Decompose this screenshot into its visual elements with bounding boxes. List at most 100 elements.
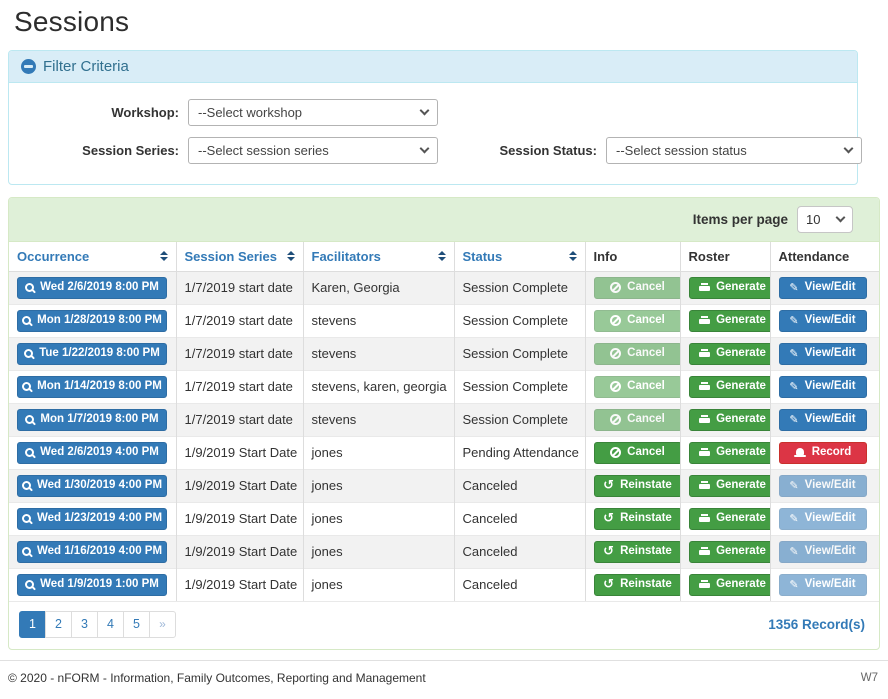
view-edit-button[interactable]: View/Edit xyxy=(779,541,867,563)
session-series-select[interactable]: --Select session series xyxy=(188,137,438,164)
column-header-session-series[interactable]: Session Series xyxy=(176,242,303,271)
items-per-page-value: 10 xyxy=(806,212,820,227)
column-header-status[interactable]: Status xyxy=(454,242,585,271)
cancel-button[interactable]: Cancel xyxy=(594,376,681,398)
cancel-button[interactable]: Cancel xyxy=(594,310,681,332)
table-footer: 1 2 3 4 5 » 1356 Record(s) xyxy=(9,601,879,649)
search-icon xyxy=(25,448,34,457)
site-footer: © 2020 - nFORM - Information, Family Out… xyxy=(0,660,888,685)
facilitators-cell: stevens, karen, georgia xyxy=(303,370,454,403)
occurrence-cell: Wed 1/16/2019 4:00 PM xyxy=(9,535,176,568)
occurrence-cell: Tue 1/22/2019 8:00 PM xyxy=(9,337,176,370)
search-icon xyxy=(22,514,31,523)
reinstate-button[interactable]: Reinstate xyxy=(594,475,681,497)
facilitators-cell: jones xyxy=(303,502,454,535)
column-header-occurrence[interactable]: Occurrence xyxy=(9,242,176,271)
view-edit-button[interactable]: View/Edit xyxy=(779,376,867,398)
cancel-button[interactable]: Cancel xyxy=(594,277,681,299)
generate-button[interactable]: Generate xyxy=(689,442,771,464)
sessions-page: Sessions Filter Criteria Workshop: --Sel… xyxy=(0,0,888,650)
view-edit-button[interactable]: View/Edit xyxy=(779,475,867,497)
occurrence-button[interactable]: Mon 1/28/2019 8:00 PM xyxy=(17,310,167,332)
generate-button[interactable]: Generate xyxy=(689,343,771,365)
page-button-4[interactable]: 4 xyxy=(97,611,124,638)
session-series-cell: 1/9/2019 Start Date xyxy=(176,469,303,502)
workshop-select[interactable]: --Select workshop xyxy=(188,99,438,126)
next-page-button[interactable]: » xyxy=(149,611,176,638)
reinstate-button[interactable]: Reinstate xyxy=(594,574,681,596)
cancel-button[interactable]: Cancel xyxy=(594,409,681,431)
generate-button[interactable]: Generate xyxy=(689,508,771,530)
attendance-cell: View/Edit xyxy=(770,535,879,568)
page-button-5[interactable]: 5 xyxy=(123,611,150,638)
chevron-down-icon xyxy=(420,106,430,116)
ban-icon xyxy=(610,381,621,392)
search-icon xyxy=(22,382,31,391)
page-title: Sessions xyxy=(14,6,880,38)
record-button[interactable]: Record xyxy=(779,442,867,464)
printer-icon xyxy=(699,547,710,556)
generate-button[interactable]: Generate xyxy=(689,541,771,563)
printer-icon xyxy=(699,580,710,589)
sort-icon[interactable] xyxy=(438,251,446,261)
generate-button[interactable]: Generate xyxy=(689,376,771,398)
facilitators-cell: jones xyxy=(303,436,454,469)
generate-button[interactable]: Generate xyxy=(689,475,771,497)
session-status-select[interactable]: --Select session status xyxy=(606,137,862,164)
attendance-cell: View/Edit xyxy=(770,370,879,403)
search-icon xyxy=(22,316,31,325)
generate-button[interactable]: Generate xyxy=(689,277,771,299)
session-series-cell: 1/7/2019 start date xyxy=(176,403,303,436)
occurrence-cell: Wed 2/6/2019 4:00 PM xyxy=(9,436,176,469)
page-button-3[interactable]: 3 xyxy=(71,611,98,638)
attendance-cell: View/Edit xyxy=(770,502,879,535)
pencil-icon xyxy=(789,315,798,326)
occurrence-button[interactable]: Tue 1/22/2019 8:00 PM xyxy=(17,343,167,365)
page-button-2[interactable]: 2 xyxy=(45,611,72,638)
column-header-facilitators[interactable]: Facilitators xyxy=(303,242,454,271)
view-edit-button[interactable]: View/Edit xyxy=(779,310,867,332)
view-edit-button[interactable]: View/Edit xyxy=(779,409,867,431)
generate-button[interactable]: Generate xyxy=(689,409,771,431)
filter-criteria-header[interactable]: Filter Criteria xyxy=(9,51,857,83)
sort-icon[interactable] xyxy=(160,251,168,261)
items-per-page-select[interactable]: 10 xyxy=(797,206,853,233)
session-series-select-value: --Select session series xyxy=(198,143,329,158)
occurrence-button[interactable]: Mon 1/7/2019 8:00 PM xyxy=(17,409,167,431)
pagination: 1 2 3 4 5 » xyxy=(19,611,176,638)
cancel-button[interactable]: Cancel xyxy=(594,442,681,464)
generate-button[interactable]: Generate xyxy=(689,574,771,596)
session-series-cell: 1/9/2019 Start Date xyxy=(176,436,303,469)
occurrence-button[interactable]: Wed 1/16/2019 4:00 PM xyxy=(17,541,167,563)
page-button-1[interactable]: 1 xyxy=(19,611,46,638)
view-edit-button[interactable]: View/Edit xyxy=(779,508,867,530)
search-icon xyxy=(22,481,31,490)
minus-circle-icon[interactable] xyxy=(21,59,36,74)
occurrence-button[interactable]: Wed 2/6/2019 8:00 PM xyxy=(17,277,167,299)
column-header-roster: Roster xyxy=(680,242,770,271)
view-edit-button[interactable]: View/Edit xyxy=(779,277,867,299)
workshop-label: Workshop: xyxy=(21,105,179,120)
search-icon xyxy=(25,283,34,292)
occurrence-button[interactable]: Mon 1/14/2019 8:00 PM xyxy=(17,376,167,398)
reinstate-button[interactable]: Reinstate xyxy=(594,508,681,530)
occurrence-button[interactable]: Wed 1/23/2019 4:00 PM xyxy=(17,508,167,530)
attendance-cell: View/Edit xyxy=(770,337,879,370)
status-cell: Canceled xyxy=(454,535,585,568)
session-status-label: Session Status: xyxy=(447,143,597,158)
generate-button[interactable]: Generate xyxy=(689,310,771,332)
printer-icon xyxy=(699,283,710,292)
undo-icon xyxy=(603,546,614,557)
sort-icon[interactable] xyxy=(287,251,295,261)
ban-icon xyxy=(610,447,621,458)
view-edit-button[interactable]: View/Edit xyxy=(779,574,867,596)
view-edit-button[interactable]: View/Edit xyxy=(779,343,867,365)
cancel-button[interactable]: Cancel xyxy=(594,343,681,365)
sort-icon[interactable] xyxy=(569,251,577,261)
status-cell: Session Complete xyxy=(454,403,585,436)
occurrence-button[interactable]: Wed 1/9/2019 1:00 PM xyxy=(17,574,167,596)
info-cell: Cancel xyxy=(585,304,680,337)
occurrence-button[interactable]: Wed 2/6/2019 4:00 PM xyxy=(17,442,167,464)
reinstate-button[interactable]: Reinstate xyxy=(594,541,681,563)
occurrence-button[interactable]: Wed 1/30/2019 4:00 PM xyxy=(17,475,167,497)
